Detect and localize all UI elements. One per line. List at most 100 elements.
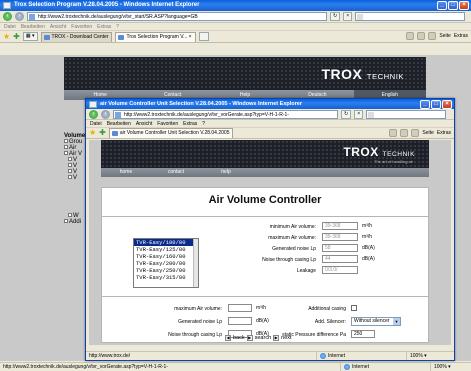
listbox-scrollbar[interactable] xyxy=(193,239,198,287)
tree-item[interactable]: Addi xyxy=(64,219,81,225)
outer-window-title: Trox Selection Program V.28.04.2005 - Wi… xyxy=(14,2,200,8)
popup-address-text: http://www2.troxtechnik.de/auslegung/v/t… xyxy=(124,111,289,118)
model-option[interactable]: TVR-Easy/315/00 xyxy=(134,274,198,281)
expand-icon[interactable] xyxy=(68,169,72,174)
back-arrow-icon[interactable]: ◀ xyxy=(225,335,231,341)
expand-icon[interactable] xyxy=(68,157,72,162)
feeds-icon[interactable] xyxy=(400,129,409,137)
home-icon[interactable] xyxy=(389,129,398,137)
outer-status-bar: http://www2.troxtechnik.de/auslegung/v/t… xyxy=(0,362,471,371)
menu-file[interactable]: Datei xyxy=(4,23,16,30)
next-link[interactable]: next xyxy=(281,335,291,341)
model-listbox[interactable]: TVR-Easy/100/00 TVR-Easy/125/00 TVR-Easy… xyxy=(133,238,199,288)
expand-icon[interactable] xyxy=(64,151,68,156)
add-favorites-icon[interactable]: ✚ xyxy=(99,129,106,137)
next-arrow-icon[interactable]: ▶ xyxy=(273,335,280,341)
popup-back-button[interactable]: ‹ xyxy=(89,109,98,119)
expand-icon[interactable] xyxy=(68,175,72,180)
favorites-star-icon[interactable]: ★ xyxy=(3,32,10,41)
popup-search-box[interactable] xyxy=(366,109,447,119)
model-option[interactable]: TVR-Easy/250/00 xyxy=(134,267,198,274)
generated-noise-label: Generated noise Lp xyxy=(272,246,316,252)
menu-file[interactable]: Datei xyxy=(90,120,102,127)
max-air-volume-unit: m³/h xyxy=(362,234,372,240)
print-icon[interactable] xyxy=(411,129,420,137)
menu-edit[interactable]: Bearbeiten xyxy=(107,120,131,127)
favorites-star-icon[interactable]: ★ xyxy=(89,129,96,137)
menu-view[interactable]: Ansicht xyxy=(50,23,66,30)
menu-favorites[interactable]: Favoriten xyxy=(71,23,92,30)
expand-icon[interactable] xyxy=(68,163,72,168)
leakage-field: 0/3.0/ xyxy=(322,266,358,274)
popup-stop-button[interactable]: × xyxy=(354,109,364,119)
stop-button[interactable]: × xyxy=(343,12,353,21)
silencer-select[interactable]: Without silencer ▼ xyxy=(351,317,401,326)
tab-selection-program[interactable]: Trox Selection Program V... × xyxy=(115,31,196,42)
silencer-value: Without silencer xyxy=(354,318,390,324)
nav-home[interactable]: home xyxy=(101,168,151,177)
outer-search-box[interactable] xyxy=(355,12,466,21)
tab-download-center[interactable]: TROX - Download Center xyxy=(40,31,113,42)
expand-icon[interactable] xyxy=(64,145,68,150)
popup-address-bar[interactable]: http://www2.troxtechnik.de/auslegung/v/t… xyxy=(113,109,338,119)
globe-icon xyxy=(320,352,326,359)
expand-icon[interactable] xyxy=(64,139,68,144)
popup-refresh-button[interactable]: ↻ xyxy=(341,109,352,119)
close-button[interactable]: × xyxy=(459,1,469,10)
pressure-input[interactable]: 250 xyxy=(351,330,375,338)
generated-noise-unit: dB(A) xyxy=(362,245,375,251)
feeds-icon[interactable] xyxy=(417,32,426,40)
model-option[interactable]: TVR-Easy/100/00 xyxy=(134,239,198,246)
back-button[interactable]: ‹ xyxy=(3,12,12,21)
popup-tab[interactable]: air Volume Controller Unit Selection V.2… xyxy=(108,128,234,138)
popup-minimize-button[interactable]: _ xyxy=(420,100,430,109)
menu-help[interactable]: ? xyxy=(116,23,119,30)
model-option[interactable]: TVR-Easy/200/00 xyxy=(134,260,198,267)
generated-noise-input[interactable] xyxy=(228,317,252,325)
nav-contact[interactable]: contact xyxy=(151,168,201,177)
popup-top-nav: home contact help xyxy=(101,168,429,177)
search-arrow-icon[interactable]: ▶ xyxy=(246,335,253,341)
globe-icon xyxy=(344,363,350,370)
tab-list-button[interactable]: ▦ ▾ xyxy=(22,32,38,41)
popup-zoom-text: 100% xyxy=(410,353,423,359)
page-menu[interactable]: Seite xyxy=(439,33,450,39)
new-tab-button[interactable] xyxy=(198,32,209,41)
print-icon[interactable] xyxy=(428,32,437,40)
additional-casing-checkbox[interactable] xyxy=(351,305,357,311)
minimize-button[interactable]: _ xyxy=(437,1,447,10)
back-link[interactable]: back xyxy=(233,335,245,341)
popup-close-button[interactable]: × xyxy=(442,100,452,109)
popup-status-zoom[interactable]: 100% ▾ xyxy=(406,352,454,360)
add-favorites-icon[interactable]: ✚ xyxy=(13,32,20,41)
extras-menu[interactable]: Extras xyxy=(437,130,451,136)
page-menu[interactable]: Seite xyxy=(422,130,433,136)
outer-address-bar[interactable]: http://www2.troxtechnik.de/auslegung/v/t… xyxy=(27,12,327,21)
max-air-volume-input[interactable] xyxy=(228,304,252,312)
maximize-button[interactable]: □ xyxy=(448,1,458,10)
menu-favorites[interactable]: Favoriten xyxy=(157,120,178,127)
model-option[interactable]: TVR-Easy/160/00 xyxy=(134,253,198,260)
menu-tools[interactable]: Extras xyxy=(97,23,111,30)
logo-text: TROX xyxy=(321,66,363,82)
expand-icon[interactable] xyxy=(68,213,72,218)
search-link[interactable]: search xyxy=(255,335,272,341)
popup-menu-bar: Datei Bearbeiten Ansicht Favoriten Extra… xyxy=(86,120,454,128)
extras-menu[interactable]: Extras xyxy=(454,33,468,39)
tree-item[interactable]: V xyxy=(64,175,85,181)
expand-icon[interactable] xyxy=(64,219,68,224)
popup-maximize-button[interactable]: □ xyxy=(431,100,441,109)
refresh-button[interactable]: ↻ xyxy=(330,12,341,21)
popup-forward-button[interactable]: › xyxy=(101,109,110,119)
outer-status-zoom[interactable]: 100% ▾ xyxy=(430,363,471,371)
nav-help[interactable]: help xyxy=(201,168,251,177)
menu-view[interactable]: Ansicht xyxy=(136,120,152,127)
popup-status-url: http://www.trox.de/ xyxy=(89,353,131,359)
logo-suffix: TECHNIK xyxy=(382,151,415,158)
menu-tools[interactable]: Extras xyxy=(183,120,197,127)
model-option[interactable]: TVR-Easy/125/00 xyxy=(134,246,198,253)
menu-help[interactable]: ? xyxy=(202,120,205,127)
menu-edit[interactable]: Bearbeiten xyxy=(21,23,45,30)
home-icon[interactable] xyxy=(406,32,415,40)
forward-button[interactable]: › xyxy=(15,12,24,21)
